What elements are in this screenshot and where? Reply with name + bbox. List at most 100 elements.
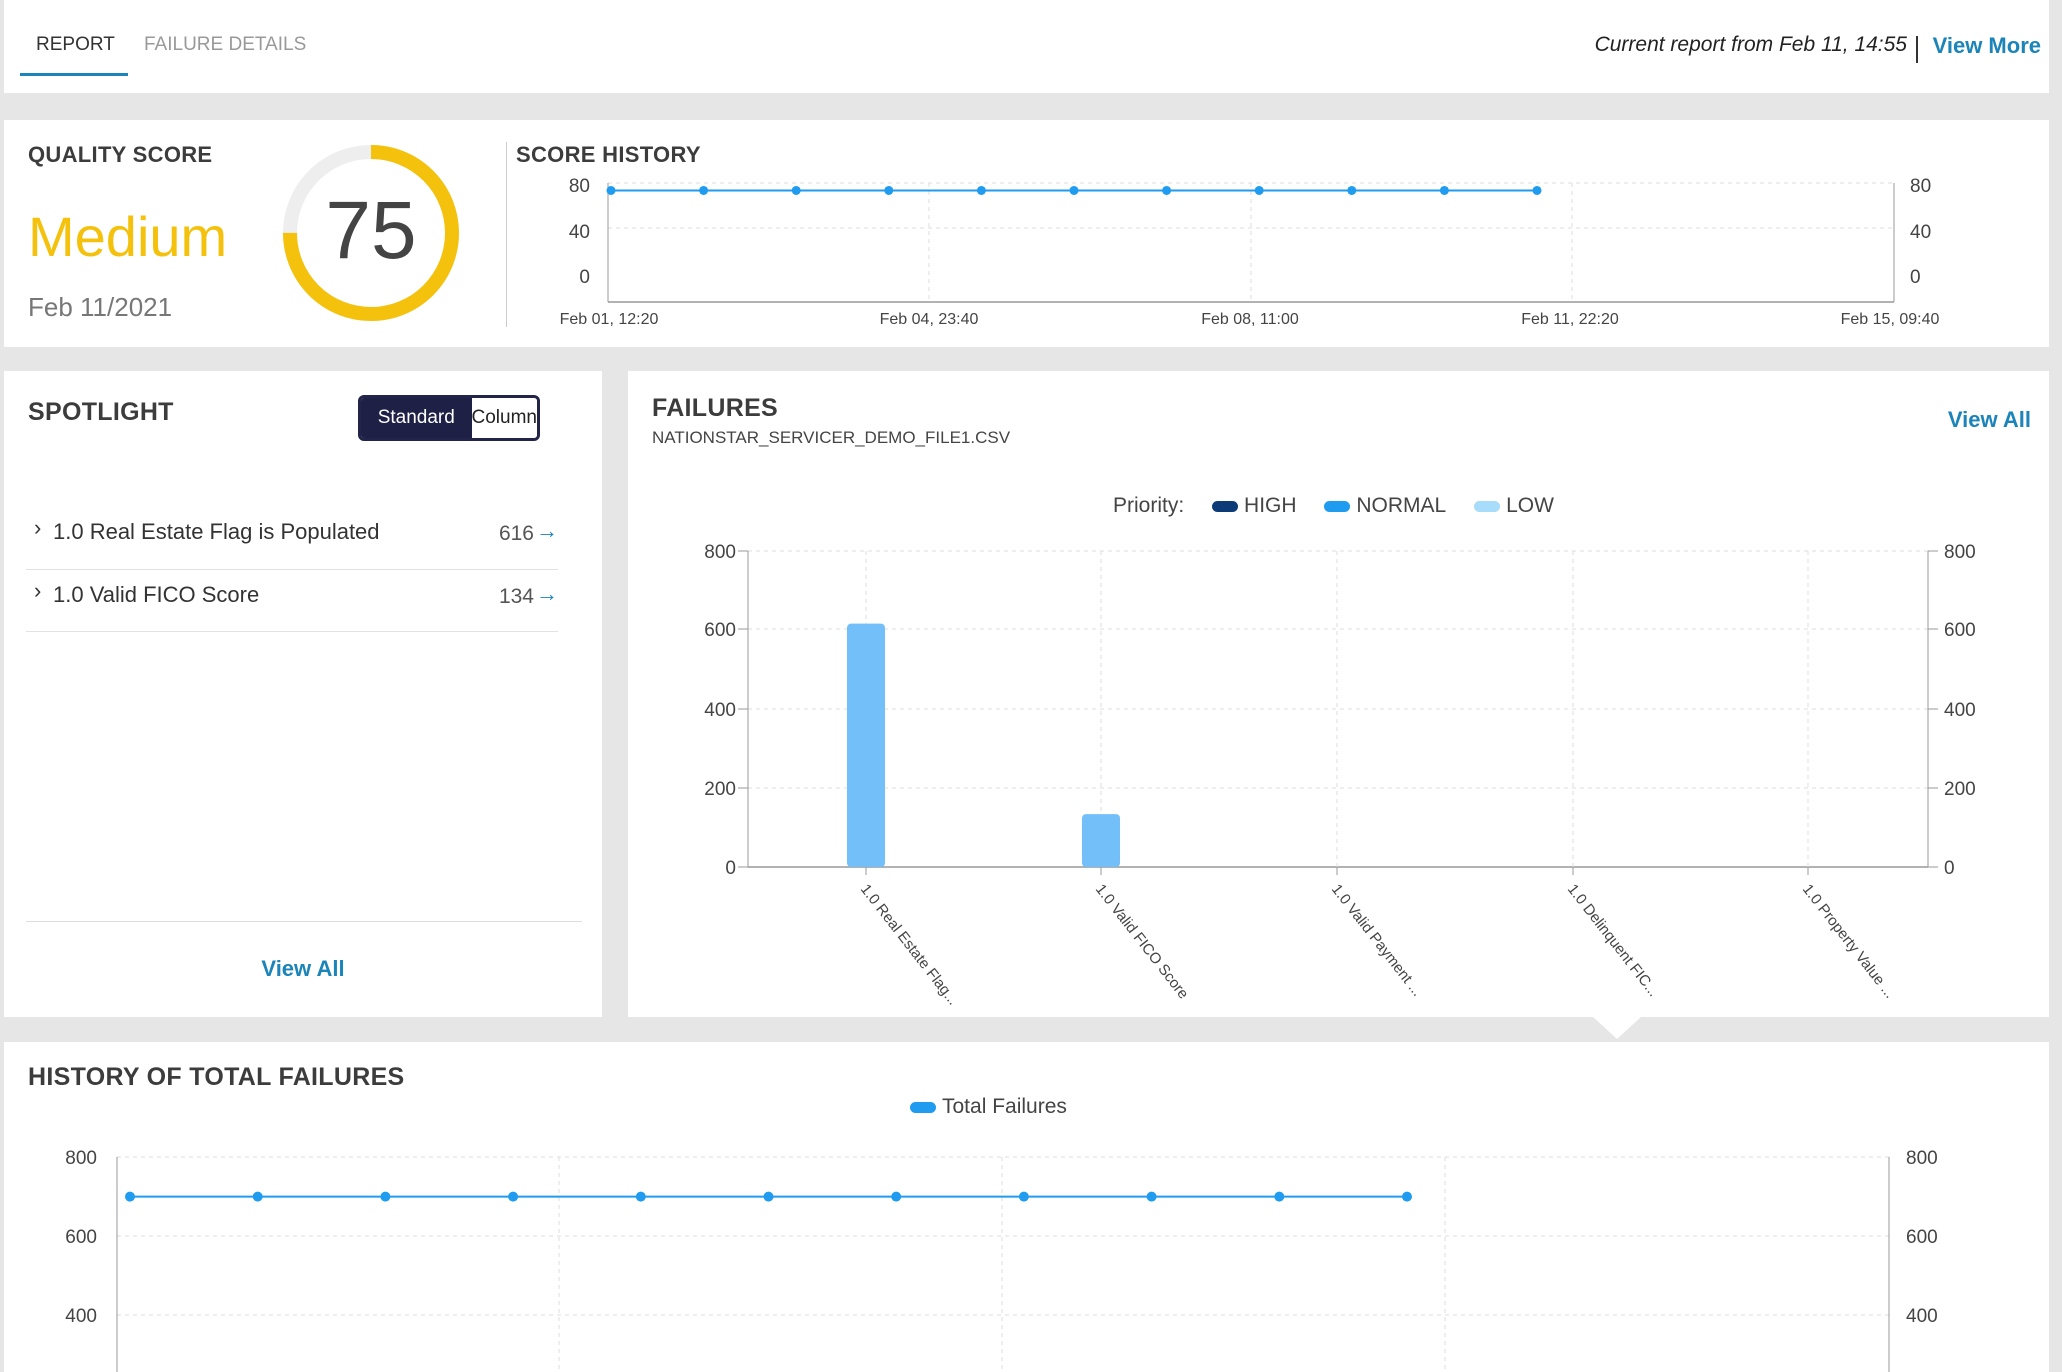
tab-report-underline — [20, 73, 128, 76]
toggle-standard[interactable]: Standard — [361, 398, 472, 438]
priority-label: Priority: — [1113, 494, 1185, 517]
f-ytick-0-left: 0 — [725, 858, 736, 879]
legend-high-swatch — [1212, 500, 1239, 512]
failures-bar-0 — [847, 623, 885, 867]
view-more-link[interactable]: View More — [1933, 33, 2041, 59]
f-ytick-400-right: 400 — [1944, 700, 1976, 721]
sh-ytick-40-right: 40 — [1910, 222, 1931, 243]
score-history-point-0 — [606, 185, 616, 195]
history-point-4 — [635, 1191, 646, 1202]
failures-xlabel-1: 1.0 Valid FICO Score — [1092, 881, 1192, 1002]
failures-bars — [847, 623, 1809, 875]
history-point-10 — [1402, 1191, 1412, 1202]
f-ytick-800-right: 800 — [1944, 542, 1976, 563]
legend-total-swatch — [910, 1101, 936, 1113]
header-divider — [1916, 36, 1918, 63]
toggle-column[interactable]: Column — [471, 398, 537, 438]
sh-ytick-40-left: 40 — [569, 222, 590, 243]
f-ytick-600-right: 600 — [1944, 620, 1976, 641]
f-ytick-0-right: 0 — [1944, 858, 1955, 879]
legend-total-label: Total Failures — [942, 1095, 1067, 1118]
failures-xlabel-0: 1.0 Real Estate Flag... — [857, 881, 962, 1008]
quality-score-title: QUALITY SCORE — [28, 142, 213, 167]
spotlight-footer-divider — [26, 921, 582, 922]
score-history-point-8 — [1347, 185, 1357, 195]
f-ytick-400-left: 400 — [704, 700, 736, 721]
history-point-0 — [125, 1191, 135, 1202]
legend-normal-swatch — [1324, 500, 1351, 512]
score-history-title: SCORE HISTORY — [516, 142, 701, 167]
score-history-point-1 — [699, 185, 709, 195]
failures-xlabel-4: 1.0 Property Value ... — [1799, 881, 1898, 1002]
tab-report[interactable]: REPORT — [36, 34, 115, 56]
score-history-point-7 — [1254, 185, 1264, 195]
history-point-8 — [1146, 1191, 1157, 1202]
quality-date: Feb 11/2021 — [28, 292, 173, 322]
legend-low-label: LOW — [1506, 494, 1554, 517]
sh-xtick-2: Feb 08, 11:00 — [1201, 311, 1299, 328]
score-history-series — [606, 185, 1542, 195]
spotlight-item-count: 134 — [498, 585, 534, 608]
score-history-point-2 — [791, 185, 801, 195]
quality-gauge: 75 — [283, 145, 459, 321]
h-ytick-600-right: 600 — [1906, 1227, 1938, 1248]
history-series — [125, 1191, 1412, 1202]
failures-bar-chart: 800 600 400 200 0 800 600 400 200 0 1.0 … — [704, 542, 1976, 1008]
h-ytick-800-left: 800 — [65, 1148, 97, 1169]
failures-title: FAILURES — [652, 394, 779, 422]
history-point-5 — [763, 1191, 774, 1202]
history-line-chart: 800 600 400 800 600 400 — [65, 1148, 1938, 1372]
tab-report-label: REPORT — [36, 34, 115, 55]
report-timestamp: Current report from Feb 11, 14:55 — [1594, 33, 1907, 56]
legend-high[interactable]: HIGH — [1212, 494, 1297, 517]
pointer-notch — [1593, 1017, 1641, 1039]
spotlight-item-1[interactable]: › 1.0 Valid FICO Score 134 → — [26, 570, 558, 632]
legend-low[interactable]: LOW — [1474, 494, 1554, 517]
arrow-right-icon: → — [536, 581, 558, 606]
failures-xlabel-3: 1.0 Delinquent FIC... — [1564, 881, 1662, 1000]
history-point-2 — [380, 1191, 391, 1202]
tab-failure-details-label: FAILURE DETAILS — [144, 34, 307, 55]
spotlight-item-label: 1.0 Valid FICO Score — [53, 582, 260, 607]
failures-grid — [738, 550, 1938, 868]
sh-ytick-0-left: 0 — [579, 267, 590, 288]
sh-xtick-1: Feb 04, 23:40 — [880, 311, 979, 328]
score-history-point-5 — [1069, 185, 1079, 195]
history-point-1 — [252, 1191, 263, 1202]
failures-panel: FAILURES NATIONSTAR_SERVICER_DEMO_FILE1.… — [628, 371, 2049, 1039]
priority-legend: Priority: HIGH NORMAL LOW — [1113, 494, 1554, 518]
tab-failure-details[interactable]: FAILURE DETAILS — [144, 34, 306, 56]
legend-normal[interactable]: NORMAL — [1324, 494, 1446, 517]
failures-xlabel-2: 1.0 Valid Payment ... — [1328, 881, 1426, 1000]
spotlight-item-0[interactable]: › 1.0 Real Estate Flag is Populated 616 … — [26, 507, 558, 570]
sh-ytick-0-right: 0 — [1910, 267, 1921, 288]
f-ytick-800-left: 800 — [704, 542, 736, 563]
spotlight-title: SPOTLIGHT — [28, 398, 174, 426]
top-bar: REPORT FAILURE DETAILS Current report fr… — [4, 0, 2049, 93]
quality-score-value: 75 — [325, 185, 416, 276]
score-divider — [506, 142, 507, 327]
history-title: HISTORY OF TOTAL FAILURES — [28, 1063, 405, 1091]
sh-ytick-80-right: 80 — [1910, 176, 1931, 197]
failures-file: NATIONSTAR_SERVICER_DEMO_FILE1.CSV — [652, 428, 1011, 447]
failures-view-all[interactable]: View All — [1948, 407, 2031, 433]
history-legend[interactable]: Total Failures — [910, 1095, 1067, 1119]
history-point-7 — [1018, 1191, 1029, 1202]
h-ytick-800-right: 800 — [1906, 1148, 1938, 1169]
score-history-point-6 — [1162, 185, 1172, 195]
failures-bar-1 — [1082, 814, 1120, 867]
failures-x-labels: 1.0 Real Estate Flag... 1.0 Valid FICO Sc… — [857, 881, 1898, 1008]
score-history-point-10 — [1532, 185, 1542, 195]
h-ytick-600-left: 600 — [65, 1227, 97, 1248]
h-ytick-400-right: 400 — [1906, 1306, 1938, 1327]
history-point-9 — [1274, 1191, 1285, 1202]
score-history-chart: 80 40 0 80 40 0 Feb 01, 12:20 Feb 04, 23… — [560, 176, 1940, 328]
spotlight-view-all[interactable]: View All — [4, 956, 602, 982]
quality-level: Medium — [28, 205, 228, 268]
spotlight-item-label: 1.0 Real Estate Flag is Populated — [53, 519, 380, 544]
arrow-right-icon: → — [536, 518, 558, 543]
score-history-point-4 — [976, 185, 986, 195]
score-history-point-9 — [1439, 185, 1449, 195]
sh-xtick-4: Feb 15, 09:40 — [1841, 311, 1940, 328]
sh-ytick-80-left: 80 — [569, 176, 590, 197]
